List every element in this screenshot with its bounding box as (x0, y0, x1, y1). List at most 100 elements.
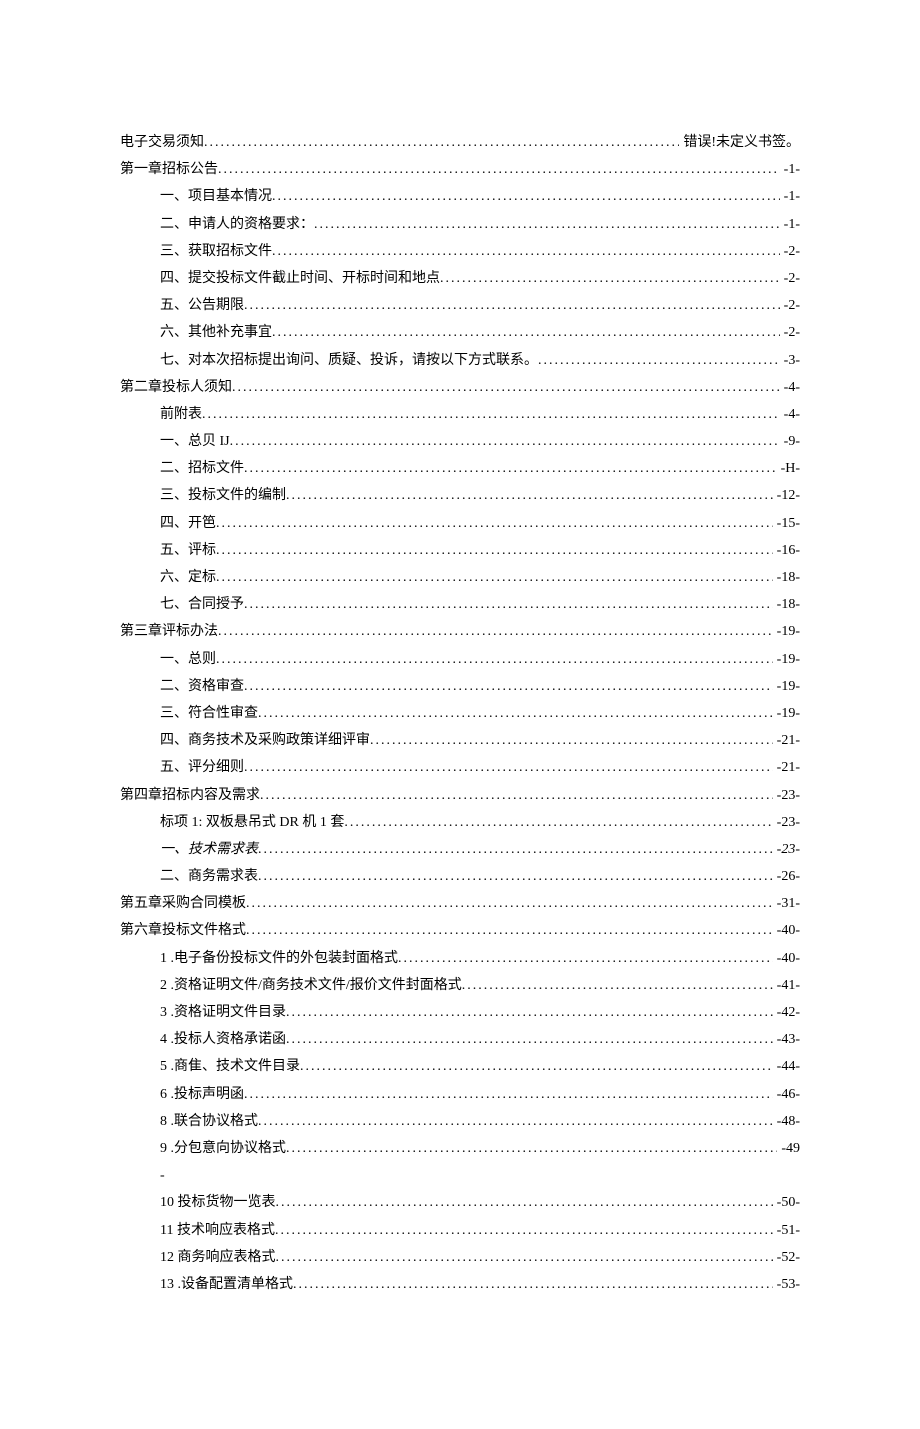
toc-entry: 三、获取招标文件-2- (120, 239, 800, 264)
toc-leader-dots (258, 864, 773, 889)
toc-entry-page: -46- (773, 1082, 800, 1107)
toc-entry-label: 10 投标货物一览表 (160, 1190, 276, 1215)
toc-entry-page: -26- (773, 864, 800, 889)
toc-entry-page: -19- (773, 674, 800, 699)
toc-entry-label: 8 .联合协议格式 (160, 1109, 258, 1134)
toc-entry: 9 .分包意向协议格式 -49 (120, 1136, 800, 1161)
toc-entry: 二、资格审查-19- (120, 674, 800, 699)
toc-leader-dots (230, 429, 780, 454)
toc-entry-label: 第一章招标公告 (120, 157, 218, 182)
toc-leader-dots (293, 1272, 773, 1297)
toc-entry-label: 三、符合性审查 (160, 701, 258, 726)
toc-entry-label: 二、商务需求表 (160, 864, 258, 889)
toc-entry-label: 七、合同授予 (160, 592, 244, 617)
toc-entry-label: 13 .设备配置清单格式 (160, 1272, 293, 1297)
toc-entry-page: -43- (773, 1027, 800, 1052)
toc-leader-dots (218, 619, 773, 644)
toc-entry-page: -9- (780, 429, 800, 454)
toc-entry-label: 五、评分细则 (160, 755, 244, 780)
toc-leader-dots (244, 456, 777, 481)
toc-entry-label: 第三章评标办法 (120, 619, 218, 644)
toc-entry: 五、公告期限-2- (120, 293, 800, 318)
toc-entry-page: -50- (773, 1190, 800, 1215)
toc-entry-label: 七、对本次招标提出询问、质疑、投诉，请按以下方式联系。 (160, 348, 538, 373)
toc-entry: 12 商务响应表格式-52- (120, 1245, 800, 1270)
toc-entry: 第四章招标内容及需求-23- (120, 783, 800, 808)
toc-leader-dots (260, 783, 773, 808)
toc-leader-dots (276, 1245, 773, 1270)
toc-entry-label: 二、招标文件 (160, 456, 244, 481)
toc-leader-dots (244, 674, 773, 699)
toc-entry-label: 3 .资格证明文件目录 (160, 1000, 286, 1025)
toc-entry: 11 技术响应表格式-51- (120, 1218, 800, 1243)
toc-entry-label: 9 .分包意向协议格式 (160, 1136, 286, 1161)
toc-entry-page: -4- (780, 375, 800, 400)
toc-entry: 1 .电子备份投标文件的外包装封面格式-40- (120, 946, 800, 971)
toc-entry-page: -1- (780, 157, 800, 182)
toc-entry: 3 .资格证明文件目录-42- (120, 1000, 800, 1025)
toc-leader-dots (286, 1027, 773, 1052)
toc-entry-page: -53- (773, 1272, 800, 1297)
toc-entry-page: -31- (773, 891, 800, 916)
toc-entry-page: -2- (780, 266, 800, 291)
toc-entry: 一、总则-19- (120, 647, 800, 672)
toc-entry: 二、商务需求表 -26- (120, 864, 800, 889)
toc-leader-dots (216, 565, 773, 590)
toc-entry: 七、合同授予-18- (120, 592, 800, 617)
toc-leader-dots (314, 212, 780, 237)
toc-entry: 四、开笆-15- (120, 511, 800, 536)
toc-leader-dots (398, 946, 773, 971)
toc-entry-page: -23- (773, 837, 800, 862)
toc-entry-page: -18- (773, 565, 800, 590)
toc-entry: 电子交易须知错误!未定义书签。 (120, 130, 800, 155)
toc-entry: 标项 1: 双板悬吊式 DR 机 1 套-23- (120, 810, 800, 835)
toc-entry-page: -H- (777, 456, 800, 481)
toc-entry-label: 11 技术响应表格式 (160, 1218, 275, 1243)
toc-entry-label: 5 .商隹、技术文件目录 (160, 1054, 300, 1079)
toc-entry: 五、评标-16- (120, 538, 800, 563)
toc-entry-label: - (160, 1163, 165, 1188)
toc-entry: 二、招标文件 -H- (120, 456, 800, 481)
table-of-contents: 电子交易须知错误!未定义书签。第一章招标公告-1-一、项目基本情况-1-二、申请… (120, 130, 800, 1297)
toc-entry-page: 错误!未定义书签。 (679, 130, 800, 155)
toc-entry-label: 一、总贝 IJ (160, 429, 230, 454)
toc-leader-dots (258, 701, 773, 726)
toc-entry: 三、投标文件的编制-12- (120, 483, 800, 508)
toc-entry-label: 4 .投标人资格承诺函 (160, 1027, 286, 1052)
toc-entry-label: 二、申请人的资格要求： (160, 212, 314, 237)
toc-entry: 8 .联合协议格式-48- (120, 1109, 800, 1134)
toc-entry-label: 六、定标 (160, 565, 216, 590)
toc-entry-label: 第四章招标内容及需求 (120, 783, 260, 808)
toc-entry: 前附表-4- (120, 402, 800, 427)
toc-entry-page: -49 (777, 1136, 800, 1161)
toc-leader-dots (440, 266, 780, 291)
toc-entry-page: -21- (773, 755, 800, 780)
toc-entry: - (120, 1163, 800, 1188)
toc-leader-dots (216, 511, 773, 536)
toc-leader-dots (216, 647, 773, 672)
toc-entry: 四、商务技术及采购政策详细评审-21- (120, 728, 800, 753)
toc-leader-dots (204, 130, 679, 155)
toc-entry-page: -2- (780, 293, 800, 318)
toc-leader-dots (272, 184, 780, 209)
toc-entry: 5 .商隹、技术文件目录-44- (120, 1054, 800, 1079)
toc-entry-page: -52- (773, 1245, 800, 1270)
toc-entry-label: 一、总则 (160, 647, 216, 672)
toc-entry-page: -3- (780, 348, 800, 373)
toc-entry-label: 6 .投标声明函 (160, 1082, 244, 1107)
toc-leader-dots (244, 1082, 773, 1107)
toc-leader-dots (272, 320, 780, 345)
toc-entry-label: 1 .电子备份投标文件的外包装封面格式 (160, 946, 398, 971)
toc-leader-dots (202, 402, 780, 427)
toc-entry-label: 四、提交投标文件截止时间、开标时间和地点 (160, 266, 440, 291)
toc-entry-label: 五、评标 (160, 538, 216, 563)
toc-entry-label: 第五章采购合同模板 (120, 891, 246, 916)
toc-entry-page: -1- (780, 184, 800, 209)
toc-leader-dots (246, 918, 773, 943)
toc-entry: 10 投标货物一览表 -50- (120, 1190, 800, 1215)
toc-entry-label: 三、获取招标文件 (160, 239, 272, 264)
toc-leader-dots (258, 1109, 773, 1134)
toc-leader-dots (244, 755, 773, 780)
toc-entry: 一、总贝 IJ -9- (120, 429, 800, 454)
toc-leader-dots (538, 348, 780, 373)
